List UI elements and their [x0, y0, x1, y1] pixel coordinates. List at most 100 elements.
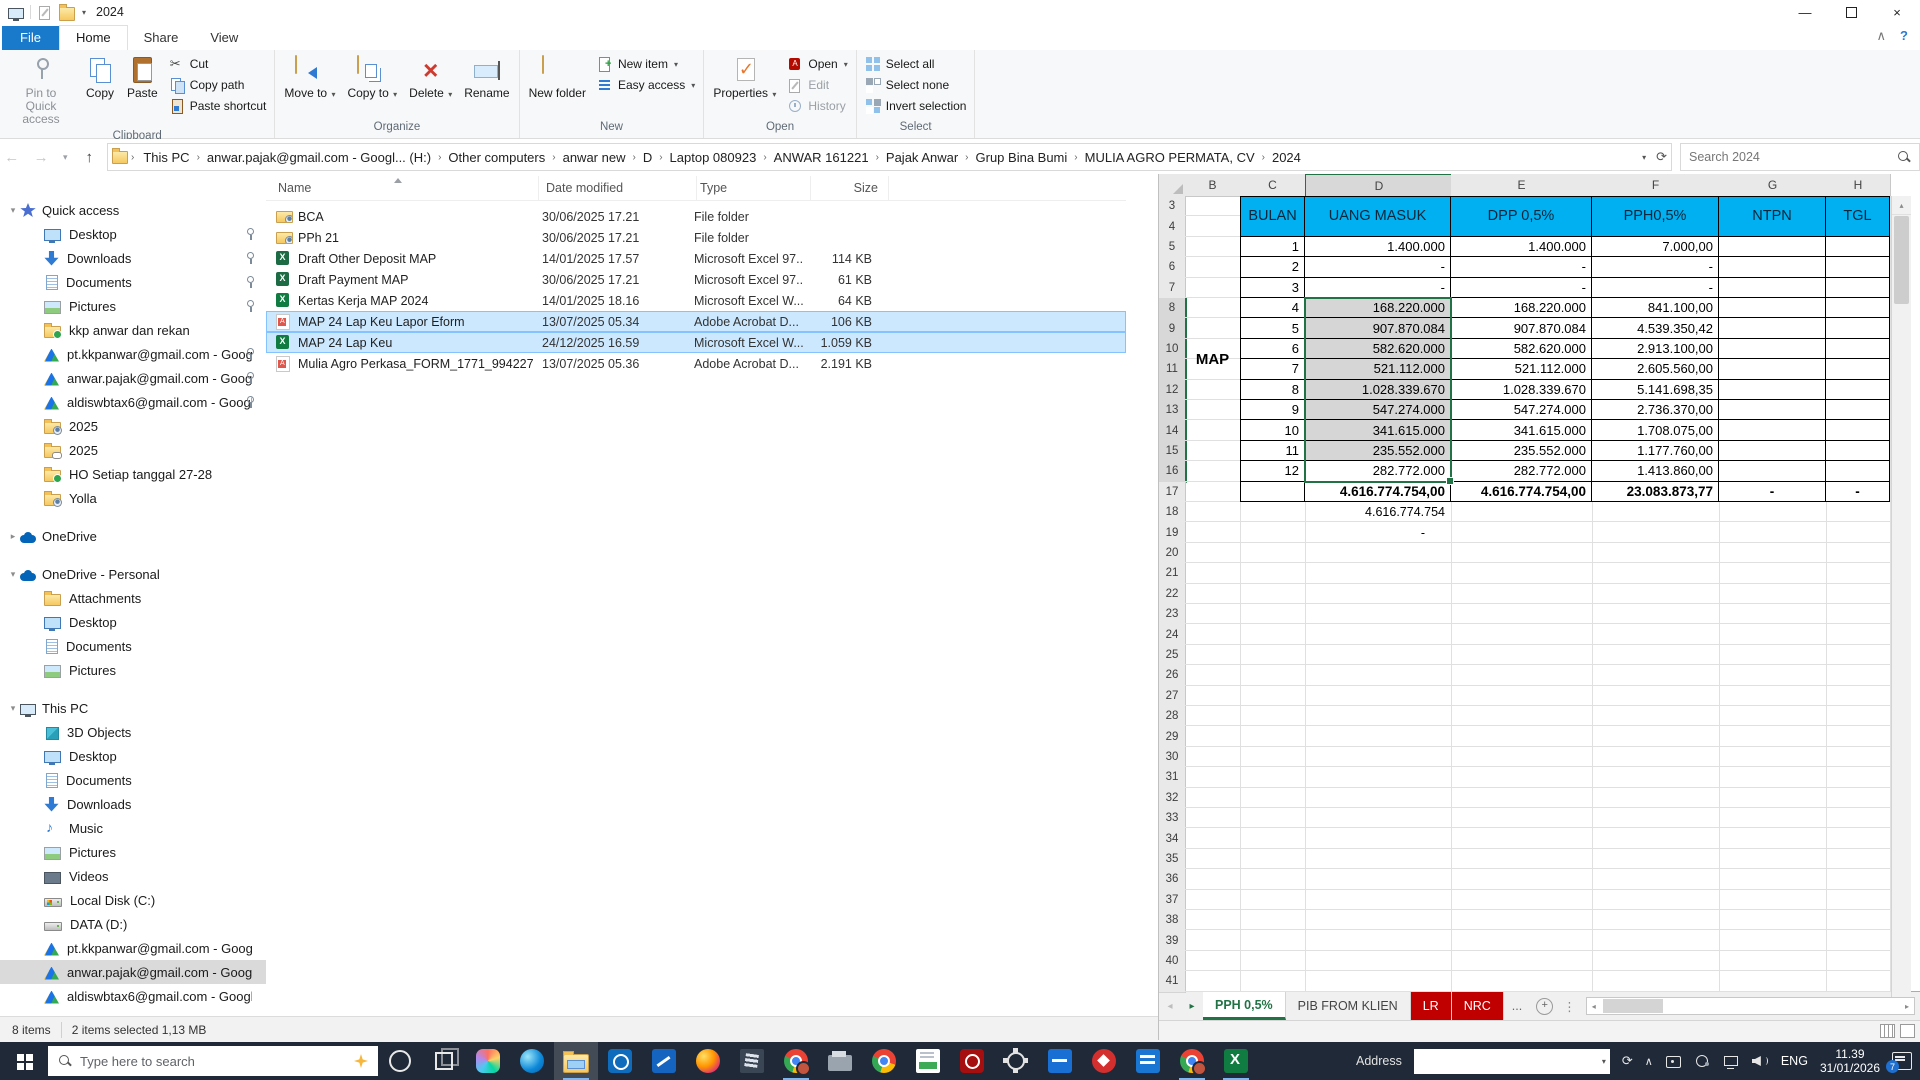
- vertical-scrollbar[interactable]: ▴▾: [1891, 196, 1911, 1014]
- cell-F5[interactable]: 7.000,00: [1592, 237, 1719, 257]
- hidden-icons-chevron[interactable]: ∧: [1645, 1055, 1653, 1068]
- forward-button[interactable]: →: [29, 149, 52, 166]
- history-button[interactable]: History: [783, 97, 851, 115]
- cell-C12[interactable]: 8: [1240, 380, 1305, 400]
- clock[interactable]: 11.39 31/01/2026: [1820, 1047, 1880, 1075]
- cell-C7[interactable]: 3: [1240, 278, 1305, 298]
- properties-button[interactable]: Properties ▾: [708, 52, 781, 105]
- refresh-icon[interactable]: ⟳: [1656, 149, 1667, 165]
- breadcrumb-item-d[interactable]: D: [637, 148, 658, 167]
- tab-share[interactable]: Share: [128, 26, 195, 50]
- sidebar-item-aldiswbtax6-gmail-com-googl-i[interactable]: aldiswbtax6@gmail.com - Googl... (I: [0, 390, 266, 414]
- pin-to-quick-access-button[interactable]: Pin to Quick access: [4, 52, 78, 130]
- cell-D19[interactable]: -: [1305, 522, 1451, 542]
- cell-D12[interactable]: 1.028.339.670: [1305, 380, 1451, 400]
- row-header-31[interactable]: 31: [1159, 767, 1186, 788]
- cell-G15[interactable]: [1719, 441, 1826, 461]
- tree-chevron-expanded-icon[interactable]: ▾: [6, 569, 20, 580]
- sidebar-item-aldiswbtax6-gmail-com-googl-i[interactable]: aldiswbtax6@gmail.com - Googl... (I:): [0, 984, 266, 1008]
- header-cell-dpp-0-5[interactable]: DPP 0,5%: [1451, 196, 1592, 237]
- sidebar-item-pictures[interactable]: Pictures: [0, 658, 266, 682]
- breadcrumb-item-anwar-pajak-gmail-com-googl-h[interactable]: anwar.pajak@gmail.com - Googl... (H:): [201, 148, 437, 167]
- sidebar-item-desktop[interactable]: Desktop: [0, 610, 266, 634]
- page-layout-view-icon[interactable]: [1900, 1024, 1915, 1038]
- sidebar-item-local-disk-c[interactable]: Local Disk (C:): [0, 888, 266, 912]
- col-header-H[interactable]: H: [1826, 174, 1891, 197]
- cell-H14[interactable]: [1826, 420, 1890, 440]
- taskbar-app-taskview[interactable]: [422, 1042, 466, 1080]
- header-cell-ntpn[interactable]: NTPN: [1719, 196, 1826, 237]
- cell-D17[interactable]: 4.616.774.754,00: [1305, 482, 1451, 502]
- open-button[interactable]: Open▾: [783, 55, 851, 73]
- header-cell-tgl[interactable]: TGL: [1826, 196, 1890, 237]
- scroll-up-icon[interactable]: ▴: [1892, 196, 1911, 215]
- sheet-tab-pph-0-5[interactable]: PPH 0,5%: [1203, 992, 1286, 1020]
- row-header-19[interactable]: 19: [1159, 522, 1186, 543]
- sidebar-item-desktop[interactable]: Desktop: [0, 744, 266, 768]
- sidebar-item-2025[interactable]: 2025: [0, 438, 266, 462]
- tab-home[interactable]: Home: [59, 25, 128, 50]
- sheet-nav-left-icon[interactable]: ◂: [1159, 992, 1181, 1020]
- cell-E14[interactable]: 341.615.000: [1451, 420, 1592, 440]
- file-row-map-24-lap-keu[interactable]: MAP 24 Lap Keu24/12/2025 16.59Microsoft …: [266, 332, 1126, 353]
- cell-F13[interactable]: 2.736.370,00: [1592, 400, 1719, 420]
- taskbar-app-cortana[interactable]: [378, 1042, 422, 1080]
- taskbar-app-scan[interactable]: [1038, 1042, 1082, 1080]
- cell-H16[interactable]: [1826, 461, 1890, 481]
- row-header-40[interactable]: 40: [1159, 951, 1186, 972]
- snipping-tray-icon[interactable]: [1665, 1053, 1682, 1069]
- row-header-29[interactable]: 29: [1159, 726, 1186, 747]
- sidebar-item-kkp-anwar-dan-rekan[interactable]: kkp anwar dan rekan: [0, 318, 266, 342]
- cell-G17[interactable]: -: [1719, 482, 1826, 502]
- cell-H7[interactable]: [1826, 278, 1890, 298]
- row-header-30[interactable]: 30: [1159, 747, 1186, 768]
- cell-E8[interactable]: 168.220.000: [1451, 298, 1592, 318]
- sidebar-item-yolla[interactable]: Yolla: [0, 486, 266, 510]
- cell-D14[interactable]: 341.615.000: [1305, 420, 1451, 440]
- sidebar-item-anwar-pajak-gmail-com-googl-h[interactable]: anwar.pajak@gmail.com - Googl... (H:): [0, 960, 266, 984]
- taskbar-app-printer[interactable]: [1126, 1042, 1170, 1080]
- cell-D7[interactable]: -: [1305, 278, 1451, 298]
- address-dropdown-icon[interactable]: ▾: [1642, 153, 1646, 162]
- cell-E9[interactable]: 907.870.084: [1451, 318, 1592, 338]
- sidebar-item-documents[interactable]: Documents: [0, 768, 266, 792]
- cell-F15[interactable]: 1.177.760,00: [1592, 441, 1719, 461]
- paste-shortcut-button[interactable]: Paste shortcut: [165, 97, 271, 115]
- copy-button[interactable]: Copy: [80, 52, 120, 104]
- row-header-14[interactable]: 14: [1159, 420, 1187, 441]
- move-to-button[interactable]: Move to ▾: [279, 52, 340, 105]
- address-toolbar-dropdown-icon[interactable]: ▾: [1602, 1057, 1606, 1066]
- cell-E15[interactable]: 235.552.000: [1451, 441, 1592, 461]
- select-all-corner[interactable]: [1159, 174, 1186, 197]
- row-header-23[interactable]: 23: [1159, 604, 1186, 625]
- cell-H10[interactable]: [1826, 339, 1890, 359]
- cell-F14[interactable]: 1.708.075,00: [1592, 420, 1719, 440]
- sidebar-item-downloads[interactable]: Downloads: [0, 246, 266, 270]
- qat-dropdown-icon[interactable]: ▾: [82, 8, 86, 17]
- taskbar-app-edge[interactable]: [510, 1042, 554, 1080]
- address-toolbar-input[interactable]: ▾: [1414, 1049, 1610, 1074]
- breadcrumb-item-pajak-anwar[interactable]: Pajak Anwar: [880, 148, 964, 167]
- column-header-date-modified[interactable]: Date modified: [540, 176, 697, 200]
- cell-D10[interactable]: 582.620.000: [1305, 339, 1451, 359]
- network-tray-icon[interactable]: [1723, 1053, 1740, 1069]
- breadcrumb-item-2024[interactable]: 2024: [1266, 148, 1307, 167]
- sidebar-item-quick-access[interactable]: ▾Quick access: [0, 198, 266, 222]
- cell-C13[interactable]: 9: [1240, 400, 1305, 420]
- up-button[interactable]: ↑: [78, 149, 101, 166]
- cell-E10[interactable]: 582.620.000: [1451, 339, 1592, 359]
- cell-C5[interactable]: 1: [1240, 237, 1305, 257]
- row-header-9[interactable]: 9: [1159, 318, 1187, 339]
- cell-G11[interactable]: [1719, 359, 1826, 379]
- taskbar-app-chrome-profile[interactable]: [774, 1042, 818, 1080]
- row-header-4[interactable]: 4: [1159, 216, 1186, 237]
- cell-G9[interactable]: [1719, 318, 1826, 338]
- row-header-27[interactable]: 27: [1159, 686, 1186, 707]
- row-header-21[interactable]: 21: [1159, 563, 1186, 584]
- sidebar-item-pt-kkpanwar-gmail-com-googl-g[interactable]: pt.kkpanwar@gmail.com - Googl... (G: [0, 342, 266, 366]
- sidebar-item-documents[interactable]: Documents: [0, 270, 266, 294]
- cell-C9[interactable]: 5: [1240, 318, 1305, 338]
- row-header-15[interactable]: 15: [1159, 441, 1187, 462]
- taskbar-app-fax[interactable]: [818, 1042, 862, 1080]
- select-none-button[interactable]: Select none: [861, 76, 971, 94]
